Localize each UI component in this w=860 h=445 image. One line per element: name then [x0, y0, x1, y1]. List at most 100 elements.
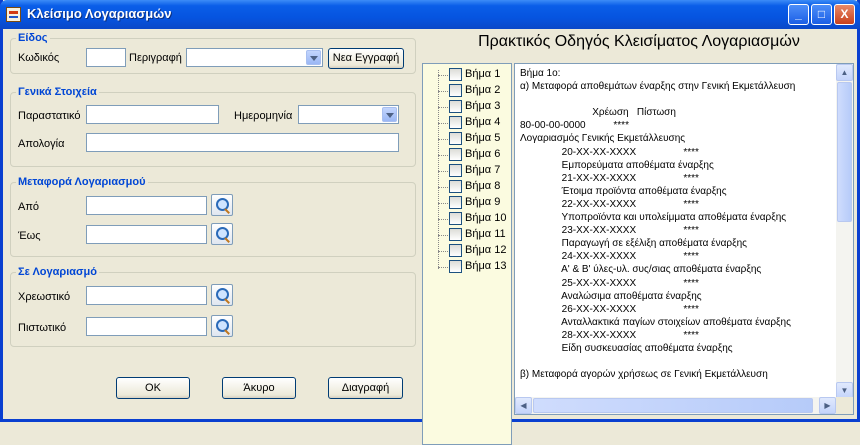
- guide-panel: Πρακτικός Οδηγός Κλεισίματος Λογαριασμών…: [421, 29, 857, 445]
- transfer-title: Μεταφορά Λογαριασμού: [16, 176, 148, 188]
- debit-search-button[interactable]: [211, 284, 233, 306]
- step-checkbox[interactable]: [449, 164, 462, 177]
- credit-search-button[interactable]: [211, 315, 233, 337]
- tree-branch: [438, 219, 448, 220]
- step-label: Βήμα 13: [465, 260, 507, 272]
- document-input[interactable]: [86, 105, 219, 124]
- from-search-button[interactable]: [211, 194, 233, 216]
- title-bar[interactable]: Κλείσιμο Λογαριασμών _ □ X: [0, 0, 860, 29]
- tree-branch: [438, 91, 448, 92]
- step-checkbox[interactable]: [449, 84, 462, 97]
- tree-branch: [438, 203, 448, 204]
- steps-tree[interactable]: Βήμα 1 Βήμα 2 Βήμα 3 Βήμα 4 Βήμα 5 Βήμα 6 Βήμα…: [422, 63, 512, 445]
- chevron-down-icon[interactable]: [306, 50, 321, 65]
- tree-connector: [438, 70, 439, 269]
- step-label: Βήμα 10: [465, 212, 507, 224]
- magnifier-handle: [224, 298, 230, 304]
- step-label: Βήμα 9: [465, 196, 501, 208]
- step-label: Βήμα 2: [465, 84, 501, 96]
- credit-account-input[interactable]: [86, 317, 207, 336]
- tree-branch: [438, 123, 448, 124]
- eidos-title: Είδος: [16, 32, 50, 44]
- magnifier-handle: [224, 237, 230, 243]
- app-icon: [6, 7, 21, 22]
- cancel-button[interactable]: Άκυρο: [222, 377, 296, 399]
- tree-branch: [438, 155, 448, 156]
- general-title: Γενικά Στοιχεία: [16, 86, 99, 98]
- step-label: Βήμα 8: [465, 180, 501, 192]
- tree-branch: [438, 171, 448, 172]
- reason-label: Απολογία: [18, 138, 65, 150]
- from-account-input[interactable]: [86, 196, 207, 215]
- tree-branch: [438, 267, 448, 268]
- main-window: Κλείσιμο Λογαριασμών _ □ X Είδος Κωδικός…: [0, 0, 860, 445]
- ok-button[interactable]: ΟΚ: [116, 377, 190, 399]
- to-account-input[interactable]: [86, 225, 207, 244]
- maximize-button[interactable]: □: [811, 4, 832, 25]
- step-label: Βήμα 7: [465, 164, 501, 176]
- horizontal-scroll-thumb[interactable]: [533, 398, 813, 413]
- code-input[interactable]: [86, 48, 126, 67]
- step-checkbox[interactable]: [449, 228, 462, 241]
- scroll-up-button[interactable]: ▲: [836, 64, 853, 81]
- step-checkbox[interactable]: [449, 196, 462, 209]
- from-label: Από: [18, 201, 40, 213]
- window-title: Κλείσιμο Λογαριασμών: [27, 6, 172, 21]
- step-label: Βήμα 12: [465, 244, 507, 256]
- step-checkbox[interactable]: [449, 212, 462, 225]
- reason-input[interactable]: [86, 133, 399, 152]
- step-checkbox[interactable]: [449, 244, 462, 257]
- vertical-scroll-thumb[interactable]: [837, 82, 852, 222]
- to-search-button[interactable]: [211, 223, 233, 245]
- debit-label: Χρεωστικό: [18, 291, 71, 303]
- target-title: Σε Λογαριασμό: [16, 266, 100, 278]
- minimize-button[interactable]: _: [788, 4, 809, 25]
- scroll-corner: [836, 397, 853, 414]
- new-entry-button[interactable]: Νεα Εγγραφή: [328, 48, 404, 69]
- to-label: Έως: [18, 230, 41, 242]
- date-picker[interactable]: [298, 105, 399, 124]
- step-label: Βήμα 5: [465, 132, 501, 144]
- code-label: Κωδικός: [18, 52, 60, 64]
- tree-branch: [438, 75, 448, 76]
- debit-account-input[interactable]: [86, 286, 207, 305]
- eidos-group: Είδος Κωδικός Περιγραφή Νεα Εγγραφή: [10, 32, 416, 74]
- step-checkbox[interactable]: [449, 148, 462, 161]
- close-button[interactable]: X: [834, 4, 855, 25]
- tree-branch: [438, 107, 448, 108]
- vertical-scrollbar[interactable]: ▲ ▼: [836, 64, 853, 399]
- step-label: Βήμα 11: [465, 228, 506, 240]
- step-checkbox[interactable]: [449, 100, 462, 113]
- guide-content-pane[interactable]: Βήμα 1ο: α) Μεταφορά αποθεμάτων έναρξης …: [514, 63, 854, 415]
- step-checkbox[interactable]: [449, 260, 462, 273]
- description-label: Περιγραφή: [129, 52, 182, 64]
- general-group: Γενικά Στοιχεία Παραστατικό Ημερομηνία Α…: [10, 86, 416, 167]
- magnifier-handle: [224, 208, 230, 214]
- tree-branch: [438, 251, 448, 252]
- step-checkbox[interactable]: [449, 132, 462, 145]
- credit-label: Πιστωτικό: [18, 322, 67, 334]
- description-combo[interactable]: [186, 48, 323, 67]
- tree-branch: [438, 187, 448, 188]
- delete-button[interactable]: Διαγραφή: [328, 377, 403, 399]
- step-label: Βήμα 6: [465, 148, 501, 160]
- target-group: Σε Λογαριασμό Χρεωστικό Πιστωτικό: [10, 266, 416, 347]
- document-label: Παραστατικό: [18, 110, 81, 122]
- step-checkbox[interactable]: [449, 180, 462, 193]
- step-label: Βήμα 1: [465, 68, 501, 80]
- scroll-right-button[interactable]: ▶: [819, 397, 836, 414]
- tree-branch: [438, 139, 448, 140]
- step-checkbox[interactable]: [449, 116, 462, 129]
- magnifier-handle: [224, 329, 230, 335]
- guide-title: Πρακτικός Οδηγός Κλεισίματος Λογαριασμών: [478, 33, 800, 50]
- chevron-down-icon[interactable]: [382, 107, 397, 122]
- scroll-left-button[interactable]: ◀: [515, 397, 532, 414]
- step-label: Βήμα 4: [465, 116, 501, 128]
- guide-content-text: Βήμα 1ο: α) Μεταφορά αποθεμάτων έναρξης …: [520, 68, 796, 381]
- tree-branch: [438, 235, 448, 236]
- step-label: Βήμα 3: [465, 100, 501, 112]
- step-checkbox[interactable]: [449, 68, 462, 81]
- transfer-group: Μεταφορά Λογαριασμού Από Έως: [10, 176, 416, 257]
- date-label: Ημερομηνία: [234, 110, 293, 122]
- horizontal-scrollbar[interactable]: ◀ ▶: [515, 397, 836, 414]
